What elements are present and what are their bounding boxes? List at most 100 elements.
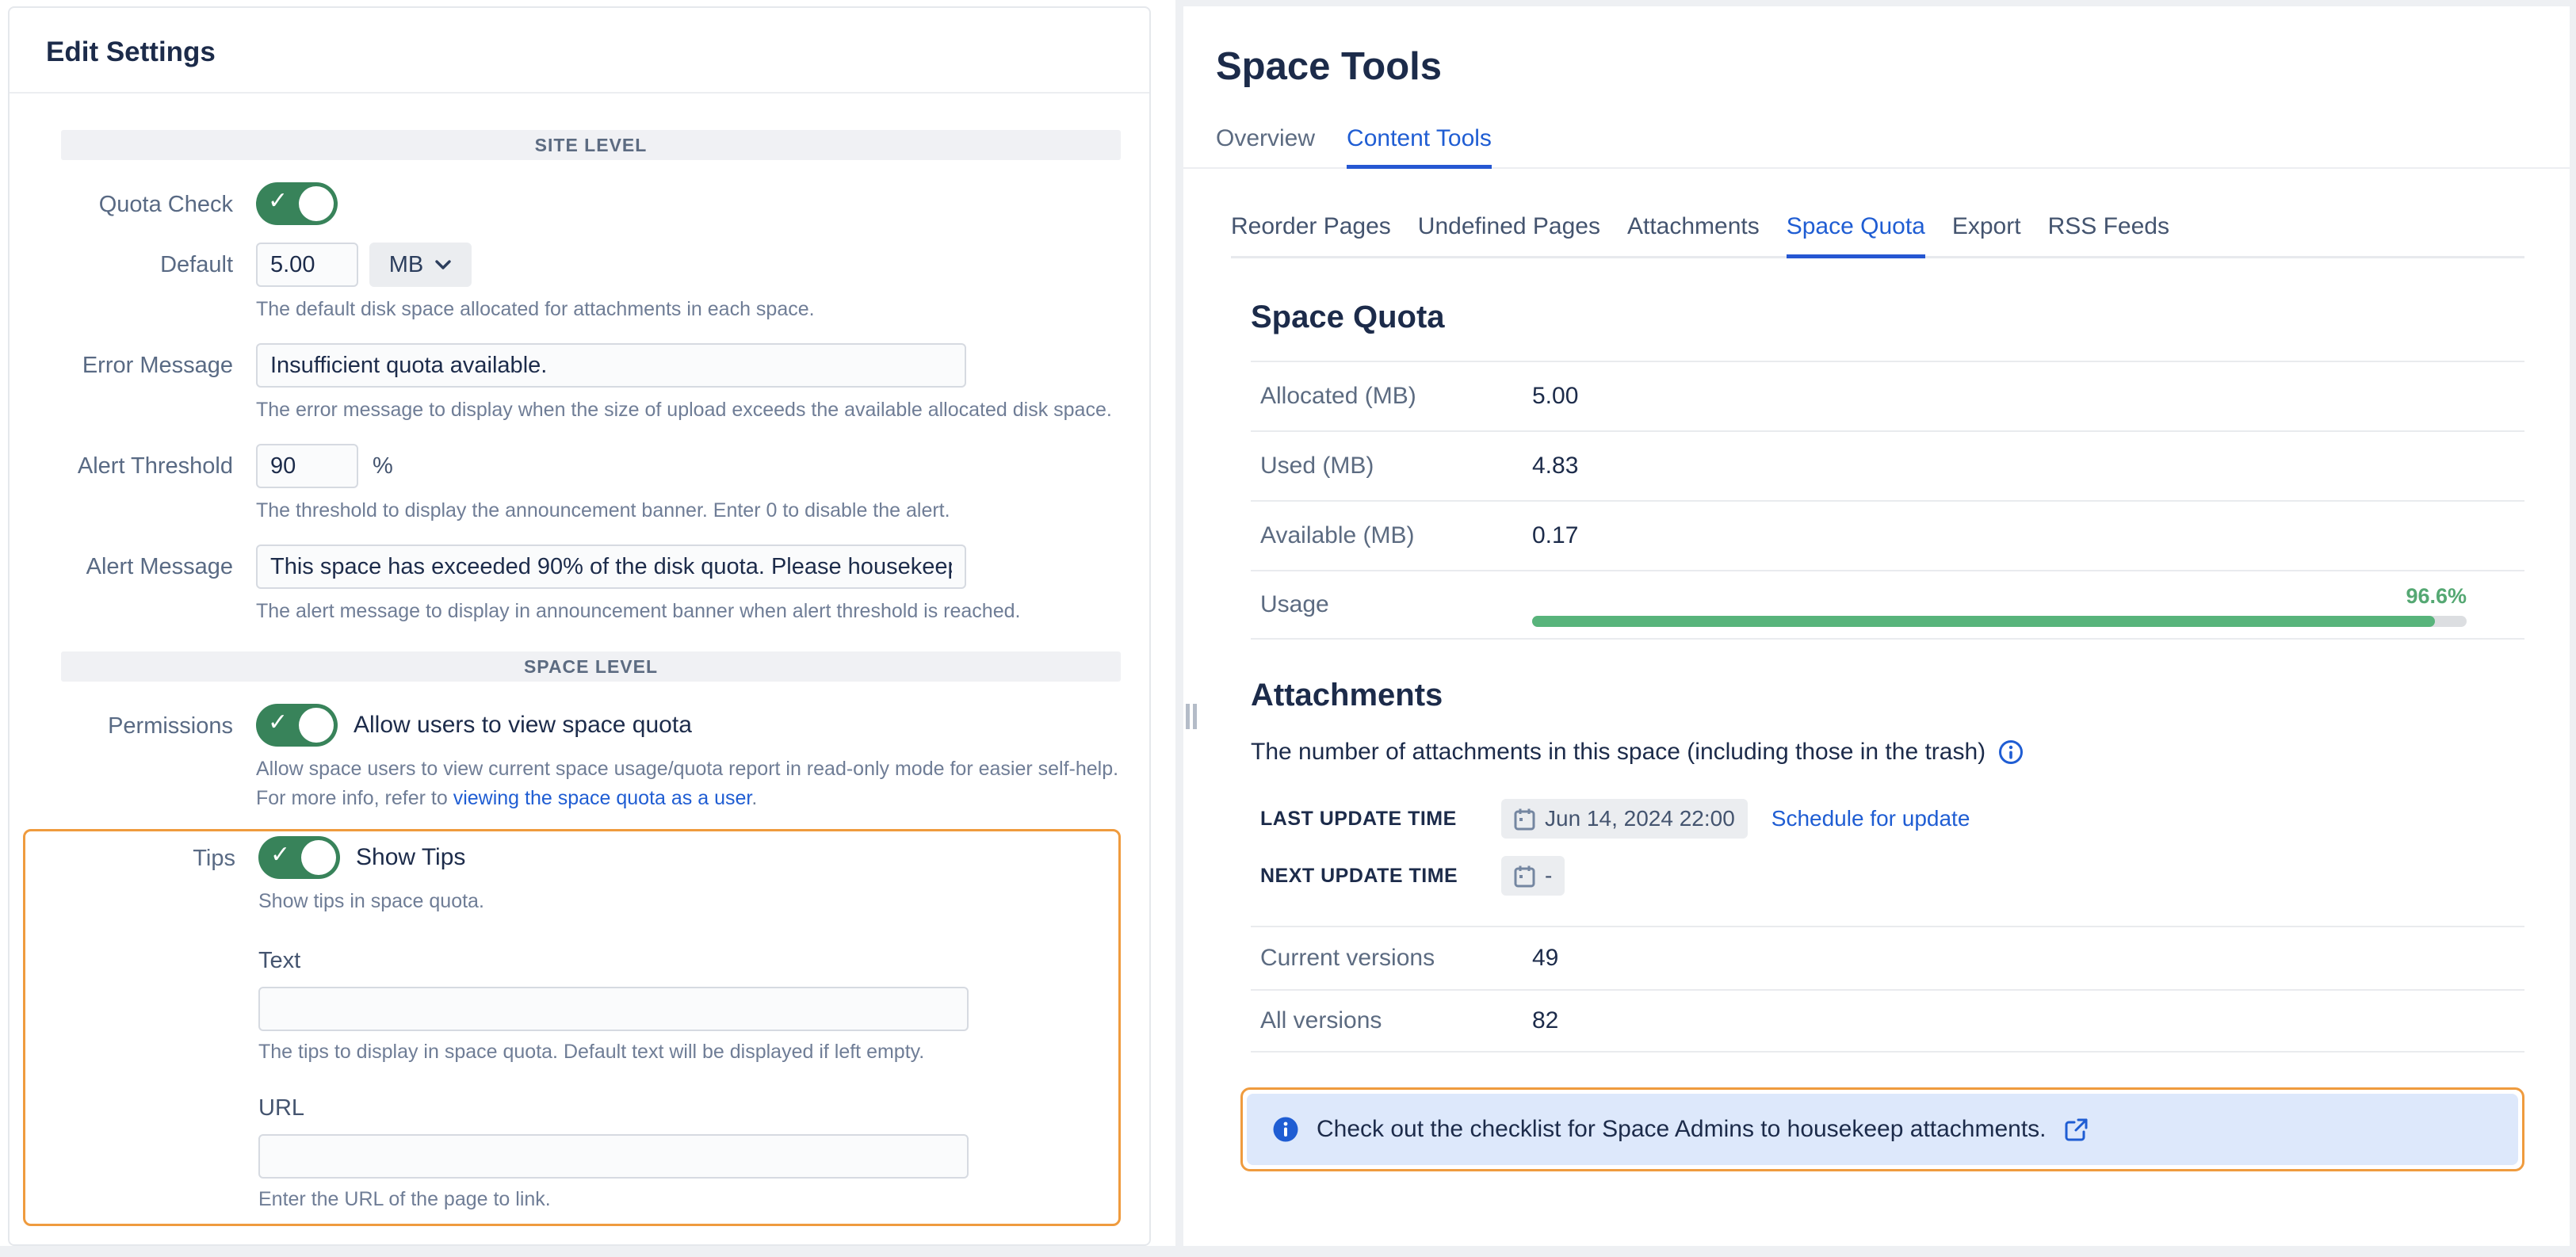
attachments-heading: Attachments bbox=[1251, 678, 2524, 713]
toggle-knob bbox=[299, 186, 334, 221]
calendar-icon bbox=[1514, 865, 1535, 888]
table-row: All versions 82 bbox=[1251, 989, 2524, 1053]
permissions-desc-2: For more info, refer to viewing the spac… bbox=[256, 787, 1121, 810]
space-quota-section: Space Quota Allocated (MB) 5.00 Used (MB… bbox=[1251, 300, 2524, 640]
default-quota-input[interactable] bbox=[256, 243, 358, 287]
subtab-rss-feeds[interactable]: RSS Feeds bbox=[2048, 213, 2169, 258]
panel-splitter bbox=[1175, 0, 1183, 1257]
schedule-for-update-link[interactable]: Schedule for update bbox=[1771, 806, 1970, 831]
last-update-value: Jun 14, 2024 22:00 bbox=[1545, 806, 1735, 831]
error-message-row: Error Message bbox=[61, 343, 1121, 388]
content-tools-subtabs: Reorder Pages Undefined Pages Attachment… bbox=[1231, 213, 2524, 258]
space-quota-heading: Space Quota bbox=[1251, 300, 2524, 335]
error-message-input[interactable] bbox=[256, 343, 966, 388]
tips-url-label: URL bbox=[258, 1095, 1118, 1121]
table-row: Allocated (MB) 5.00 bbox=[1251, 361, 2524, 430]
permissions-desc-2-suffix: . bbox=[751, 787, 757, 809]
next-update-label: NEXT UPDATE TIME bbox=[1251, 865, 1501, 888]
permissions-desc-2-prefix: For more info, refer to bbox=[256, 787, 453, 809]
quota-row-label: Used (MB) bbox=[1251, 453, 1532, 479]
check-icon: ✓ bbox=[270, 841, 290, 869]
space-tools-tabs: Overview Content Tools bbox=[1183, 89, 2570, 169]
versions-row-value: 82 bbox=[1532, 1007, 1558, 1034]
view-quota-user-link[interactable]: viewing the space quota as a user bbox=[453, 787, 752, 809]
page: Edit Settings SITE LEVEL Quota Check ✓ bbox=[0, 0, 2576, 1257]
settings-form: SITE LEVEL Quota Check ✓ Default bbox=[10, 94, 1149, 1246]
space-tools-panel: Space Tools Overview Content Tools Reord… bbox=[1183, 6, 2570, 1246]
unit-select[interactable]: MB bbox=[369, 243, 472, 287]
quota-row-value: 0.17 bbox=[1532, 522, 1578, 549]
subtab-export[interactable]: Export bbox=[1952, 213, 2021, 258]
attachments-desc: The number of attachments in this space … bbox=[1251, 739, 1986, 766]
permissions-toggle[interactable]: ✓ bbox=[256, 704, 338, 747]
check-icon: ✓ bbox=[268, 187, 288, 215]
tab-content-tools[interactable]: Content Tools bbox=[1347, 125, 1492, 169]
usage-label: Usage bbox=[1251, 591, 1532, 618]
alert-threshold-desc: The threshold to display the announcemen… bbox=[256, 499, 1121, 522]
edit-settings-card: Edit Settings SITE LEVEL Quota Check ✓ bbox=[8, 6, 1151, 1246]
update-times: LAST UPDATE TIME Jun 14, 2024 22:00 Sche… bbox=[1251, 799, 2524, 896]
subtab-space-quota[interactable]: Space Quota bbox=[1787, 213, 1925, 258]
page-title: Edit Settings bbox=[46, 36, 1113, 68]
calendar-icon bbox=[1514, 808, 1535, 831]
panel-resize-handle[interactable] bbox=[1186, 704, 1197, 729]
tips-url-input[interactable] bbox=[258, 1134, 969, 1179]
subtab-undefined-pages[interactable]: Undefined Pages bbox=[1418, 213, 1600, 258]
banner-highlight-box: Check out the checklist for Space Admins… bbox=[1240, 1087, 2524, 1171]
external-link-icon[interactable] bbox=[2064, 1118, 2089, 1142]
quota-row-value: 5.00 bbox=[1532, 383, 1578, 410]
table-row: Available (MB) 0.17 bbox=[1251, 500, 2524, 570]
tips-url-desc: Enter the URL of the page to link. bbox=[258, 1188, 1118, 1211]
check-icon: ✓ bbox=[268, 709, 288, 736]
alert-message-input[interactable] bbox=[256, 544, 966, 589]
default-row: Default MB bbox=[61, 243, 1121, 287]
versions-row-label: All versions bbox=[1251, 1007, 1532, 1034]
alert-threshold-input[interactable] bbox=[256, 444, 358, 488]
quota-row-label: Available (MB) bbox=[1251, 522, 1532, 549]
quota-check-toggle[interactable]: ✓ bbox=[256, 182, 338, 225]
info-icon[interactable] bbox=[1998, 739, 2024, 765]
usage-progress-fill bbox=[1532, 616, 2435, 627]
next-update-chip: - bbox=[1501, 856, 1565, 896]
versions-row-label: Current versions bbox=[1251, 945, 1532, 972]
next-update-row: NEXT UPDATE TIME - bbox=[1251, 856, 2524, 896]
error-message-label: Error Message bbox=[61, 343, 233, 388]
permissions-label: Permissions bbox=[61, 704, 233, 747]
unit-select-value: MB bbox=[389, 252, 424, 278]
alert-message-desc: The alert message to display in announce… bbox=[256, 600, 1121, 623]
tips-row: Tips ✓ Show Tips bbox=[63, 836, 1118, 879]
usage-percent-label: 96.6% bbox=[2406, 584, 2467, 609]
edit-settings-panel: Edit Settings SITE LEVEL Quota Check ✓ bbox=[0, 0, 1175, 1246]
quota-row-label: Allocated (MB) bbox=[1251, 383, 1532, 410]
toggle-knob bbox=[301, 840, 336, 875]
section-header-space-level: SPACE LEVEL bbox=[61, 651, 1121, 682]
quota-table: Allocated (MB) 5.00 Used (MB) 4.83 Avail… bbox=[1251, 361, 2524, 640]
alert-message-label: Alert Message bbox=[61, 544, 233, 589]
tips-text-input[interactable] bbox=[258, 987, 969, 1031]
section-header-site-level: SITE LEVEL bbox=[61, 130, 1121, 160]
table-row: Used (MB) 4.83 bbox=[1251, 430, 2524, 500]
show-tips-toggle[interactable]: ✓ bbox=[258, 836, 340, 879]
last-update-row: LAST UPDATE TIME Jun 14, 2024 22:00 Sche… bbox=[1251, 799, 2524, 839]
show-tips-toggle-label: Show Tips bbox=[356, 844, 465, 871]
permissions-desc-1: Allow space users to view current space … bbox=[256, 758, 1121, 781]
usage-progress: 96.6% bbox=[1532, 571, 2467, 638]
alert-message-row: Alert Message bbox=[61, 544, 1121, 589]
usage-row: Usage 96.6% bbox=[1251, 570, 2524, 640]
next-update-value: - bbox=[1545, 863, 1552, 888]
percent-suffix: % bbox=[373, 453, 393, 479]
tips-highlight-box: Tips ✓ Show Tips Show tips in space quot… bbox=[23, 829, 1121, 1226]
alert-threshold-label: Alert Threshold bbox=[61, 444, 233, 488]
tips-desc: Show tips in space quota. bbox=[258, 890, 1118, 913]
toggle-knob bbox=[299, 708, 334, 743]
error-message-desc: The error message to display when the si… bbox=[256, 399, 1121, 422]
last-update-chip: Jun 14, 2024 22:00 bbox=[1501, 799, 1748, 839]
card-header: Edit Settings bbox=[10, 8, 1149, 94]
permissions-row: Permissions ✓ Allow users to view space … bbox=[61, 704, 1121, 747]
permissions-toggle-label: Allow users to view space quota bbox=[354, 712, 692, 739]
usage-progress-track bbox=[1532, 616, 2467, 627]
subtab-reorder-pages[interactable]: Reorder Pages bbox=[1231, 213, 1391, 258]
attachments-section: Attachments The number of attachments in… bbox=[1251, 678, 2524, 1171]
tab-overview[interactable]: Overview bbox=[1216, 125, 1315, 169]
subtab-attachments[interactable]: Attachments bbox=[1627, 213, 1760, 258]
